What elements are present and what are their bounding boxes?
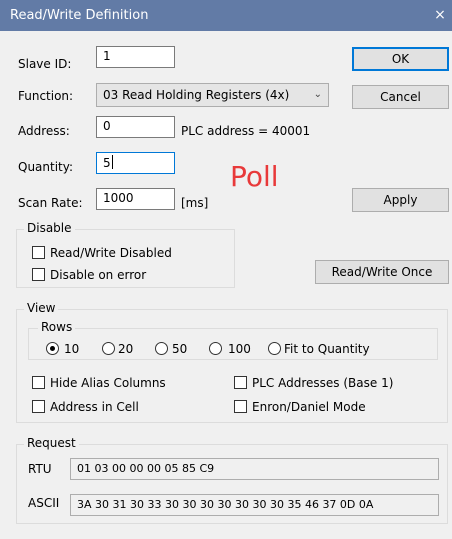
rows-20-radio[interactable] xyxy=(102,342,115,355)
rows-group-title: Rows xyxy=(38,320,76,334)
quantity-label: Quantity: xyxy=(18,160,74,174)
rtu-request-field[interactable]: 01 03 00 00 00 05 85 C9 xyxy=(70,458,439,480)
disable-group-title: Disable xyxy=(24,221,75,235)
chevron-down-icon: ⌄ xyxy=(313,89,322,100)
read-write-disabled-label: Read/Write Disabled xyxy=(50,246,172,260)
enron-daniel-mode-label: Enron/Daniel Mode xyxy=(252,400,366,414)
disable-on-error-checkbox[interactable] xyxy=(32,268,45,281)
rows-20-label: 20 xyxy=(118,342,134,356)
poll-mode-text: Poll xyxy=(230,160,279,193)
rows-10-label: 10 xyxy=(64,342,80,356)
quantity-input[interactable]: 5 xyxy=(96,152,175,174)
scan-rate-unit: [ms] xyxy=(181,196,209,210)
view-group-title: View xyxy=(24,301,59,315)
read-write-once-button[interactable]: Read/Write Once xyxy=(315,260,449,284)
address-in-cell-checkbox[interactable] xyxy=(32,400,45,413)
quantity-value: 5 xyxy=(103,156,111,170)
apply-button[interactable]: Apply xyxy=(352,188,449,212)
plc-addresses-base1-label: PLC Addresses (Base 1) xyxy=(252,376,394,390)
disable-on-error-label: Disable on error xyxy=(50,268,147,282)
plc-addresses-base1-checkbox[interactable] xyxy=(234,376,247,389)
rows-50-label: 50 xyxy=(172,342,188,356)
rows-100-radio[interactable] xyxy=(209,342,222,355)
hide-alias-columns-checkbox[interactable] xyxy=(32,376,45,389)
ascii-request-field[interactable]: 3A 30 31 30 33 30 30 30 30 30 30 30 35 4… xyxy=(70,494,439,516)
address-label: Address: xyxy=(18,124,70,138)
read-write-disabled-checkbox[interactable] xyxy=(32,246,45,259)
plc-address-readout: PLC address = 40001 xyxy=(181,124,311,138)
cancel-button[interactable]: Cancel xyxy=(352,85,449,109)
function-select-value: 03 Read Holding Registers (4x) xyxy=(103,88,290,102)
request-group-title: Request xyxy=(24,436,79,450)
window-title: Read/Write Definition xyxy=(10,8,149,23)
slave-id-input[interactable]: 1 xyxy=(96,46,175,68)
function-select[interactable]: 03 Read Holding Registers (4x) ⌄ xyxy=(96,83,329,107)
ascii-label: ASCII xyxy=(28,496,60,510)
rows-10-radio[interactable] xyxy=(46,342,59,355)
rows-50-radio[interactable] xyxy=(155,342,168,355)
hide-alias-columns-label: Hide Alias Columns xyxy=(50,376,166,390)
text-caret xyxy=(111,155,113,169)
rows-fit-to-quantity-radio[interactable] xyxy=(268,342,281,355)
address-in-cell-label: Address in Cell xyxy=(50,400,139,414)
rtu-label: RTU xyxy=(28,462,52,476)
rows-100-label: 100 xyxy=(228,342,251,356)
slave-id-label: Slave ID: xyxy=(18,57,72,71)
scan-rate-input[interactable]: 1000 xyxy=(96,188,175,210)
close-icon[interactable]: × xyxy=(432,6,448,24)
address-input[interactable]: 0 xyxy=(96,116,175,138)
enron-daniel-mode-checkbox[interactable] xyxy=(234,400,247,413)
ok-button[interactable]: OK xyxy=(352,47,449,71)
rows-fit-to-quantity-label: Fit to Quantity xyxy=(284,342,370,356)
scan-rate-label: Scan Rate: xyxy=(18,196,83,210)
title-bar: Read/Write Definition × xyxy=(0,0,452,31)
function-label: Function: xyxy=(18,89,74,103)
